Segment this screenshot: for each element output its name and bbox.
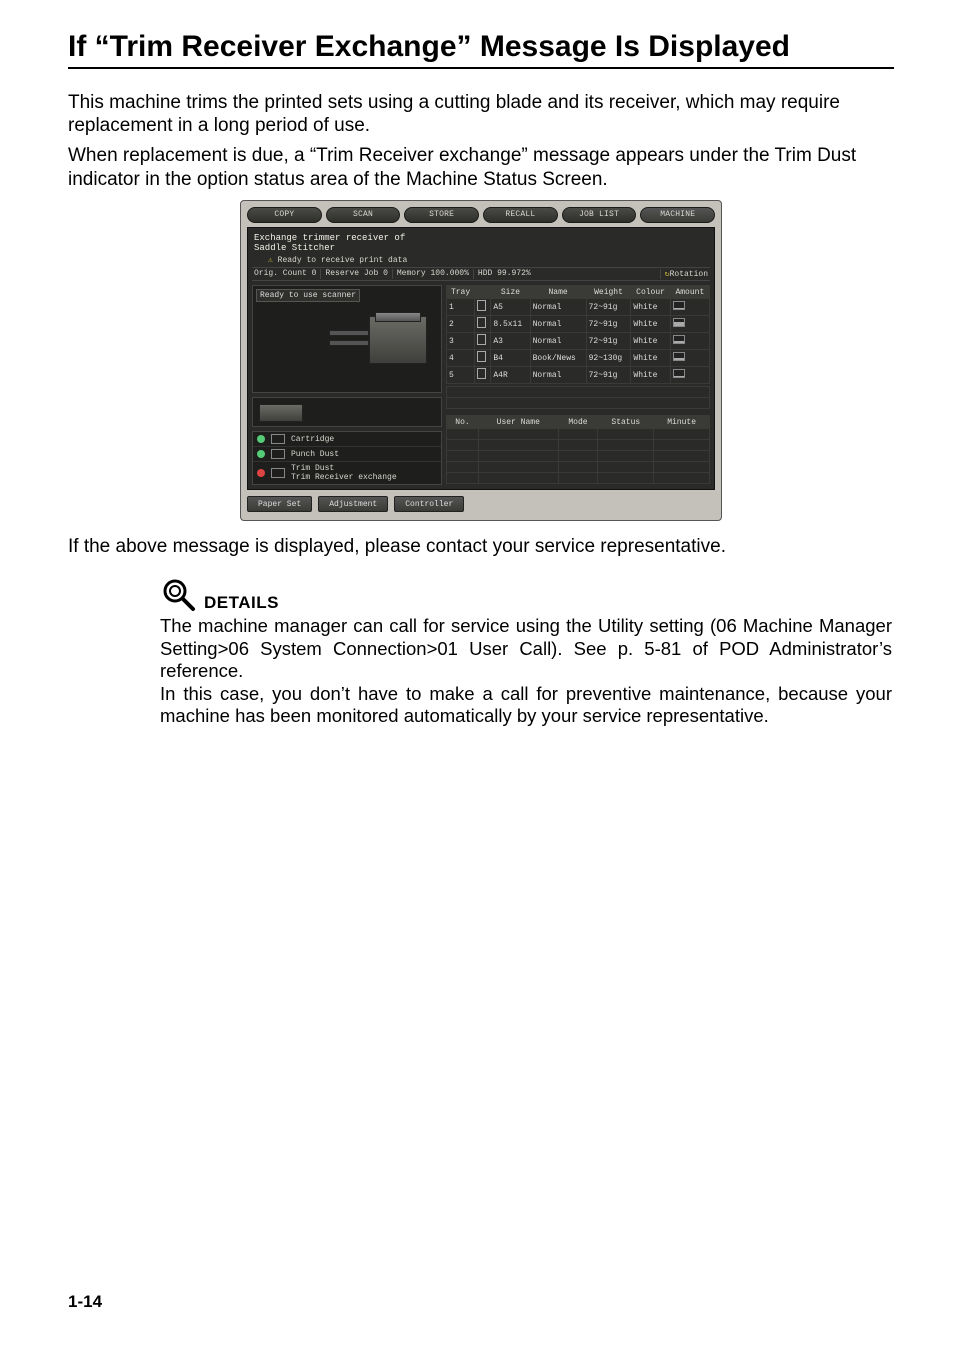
status-bar: Orig. Count 0 Reserve Job 0 Memory 100.0… [252, 267, 710, 281]
tab-recall[interactable]: RECALL [483, 207, 558, 223]
tab-copy[interactable]: COPY [247, 207, 322, 223]
tray-col-header: Size [491, 286, 530, 299]
machine-status-screenshot: COPYSCANSTORERECALLJOB LISTMACHINE Excha… [240, 200, 722, 522]
controller-button[interactable]: Controller [394, 496, 464, 512]
orientation-icon [477, 351, 486, 362]
tray-col-header: Amount [670, 286, 709, 299]
adjustment-button[interactable]: Adjustment [318, 496, 388, 512]
supply-status-list: CartridgePunch DustTrim DustTrim Receive… [252, 431, 442, 485]
scanner-label: Ready to use scanner [256, 289, 360, 302]
tab-machine[interactable]: MACHINE [640, 207, 715, 223]
tray-row: 3A3Normal72~91gWhite [447, 333, 710, 350]
supply-row: Cartridge [253, 432, 441, 446]
amount-indicator [673, 335, 685, 344]
amount-indicator [673, 352, 685, 361]
tray-col-header [475, 286, 491, 299]
tray-col-header: Tray [447, 286, 475, 299]
status-dot-icon [257, 469, 265, 477]
job-col-header: No. [447, 416, 479, 429]
finisher-panel [252, 397, 442, 427]
job-col-header: Mode [558, 416, 598, 429]
tray-table: Tray SizeNameWeightColourAmount 1A5Normal… [446, 285, 710, 384]
magnifier-icon [160, 577, 196, 613]
tab-scan[interactable]: SCAN [326, 207, 401, 223]
amount-indicator [673, 318, 685, 327]
ready-message: ⚠ Ready to receive print data [252, 255, 710, 267]
supply-icon [271, 449, 285, 459]
scanner-illustration [317, 312, 427, 374]
job-table: No.User NameModeStatusMinute [446, 415, 710, 484]
job-col-header: Status [598, 416, 654, 429]
supply-row: Punch Dust [253, 446, 441, 461]
details-p1: The machine manager can call for service… [160, 615, 892, 683]
paper-set-button[interactable]: Paper Set [247, 496, 312, 512]
exchange-message-line2: Saddle Stitcher [252, 244, 710, 255]
page-title: If “Trim Receiver Exchange” Message Is D… [68, 30, 894, 65]
orientation-icon [477, 368, 486, 379]
intro-p1: This machine trims the printed sets usin… [68, 91, 894, 139]
intro-p2: When replacement is due, a “Trim Receive… [68, 144, 894, 192]
job-col-header: User Name [479, 416, 559, 429]
status-dot-icon [257, 435, 265, 443]
orientation-icon [477, 334, 486, 345]
orientation-icon [477, 300, 486, 311]
page-number: 1-14 [68, 1292, 102, 1312]
tab-job-list[interactable]: JOB LIST [562, 207, 637, 223]
supply-row: Trim DustTrim Receiver exchange [253, 461, 441, 484]
job-col-header: Minute [654, 416, 710, 429]
supply-icon [271, 434, 285, 444]
tray-row: 28.5x11Normal72~91gWhite [447, 316, 710, 333]
tab-store[interactable]: STORE [404, 207, 479, 223]
tray-row: 4B4Book/News92~130gWhite [447, 350, 710, 367]
details-heading: DETAILS [204, 593, 279, 613]
scanner-panel: Ready to use scanner [252, 285, 442, 393]
amount-indicator [673, 369, 685, 378]
tray-col-header: Colour [631, 286, 670, 299]
status-dot-icon [257, 450, 265, 458]
tray-row: 5A4RNormal72~91gWhite [447, 367, 710, 384]
details-p2: In this case, you don’t have to make a c… [160, 683, 892, 728]
after-screenshot-text: If the above message is displayed, pleas… [68, 535, 894, 559]
orientation-icon [477, 317, 486, 328]
tray-row: 1A5Normal72~91gWhite [447, 299, 710, 316]
tray-col-header: Name [530, 286, 586, 299]
tray-col-header: Weight [586, 286, 631, 299]
supply-icon [271, 468, 285, 478]
amount-indicator [673, 301, 685, 310]
